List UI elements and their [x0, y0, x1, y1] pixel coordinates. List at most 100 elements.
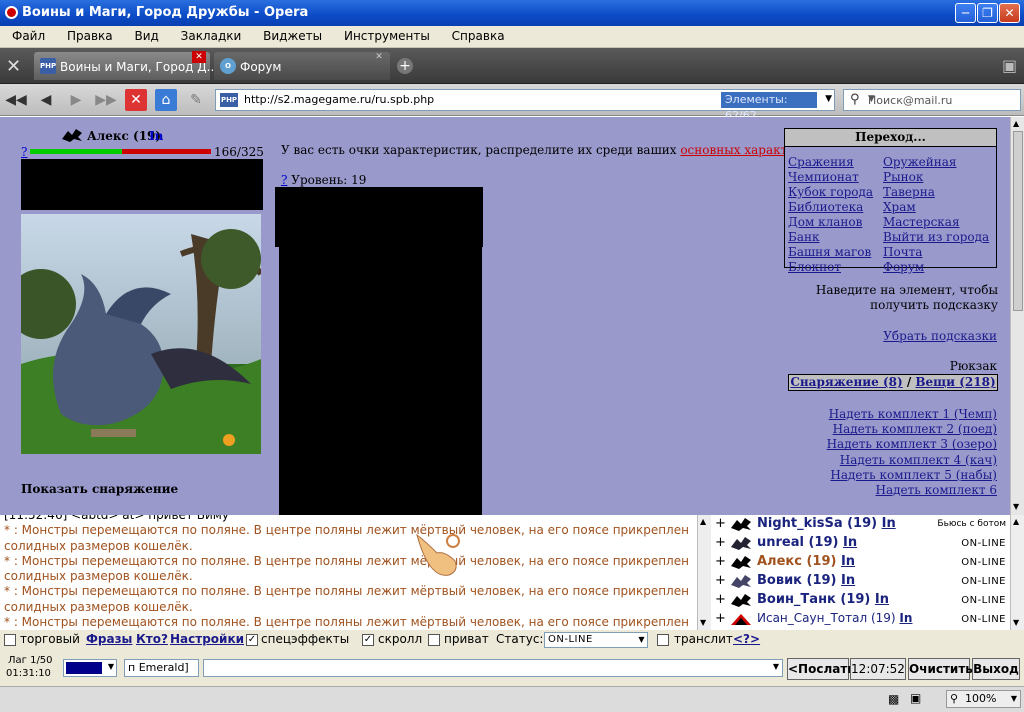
add-icon[interactable]: +	[715, 592, 726, 607]
settings-link[interactable]: Настройки	[170, 632, 244, 646]
nav-championship[interactable]: Чемпионат	[788, 170, 873, 185]
status-select[interactable]: ON-LINE ▼	[544, 632, 648, 648]
scroll-checkbox[interactable]: ✓	[362, 634, 374, 646]
menu-view[interactable]: Вид	[134, 26, 158, 43]
tools-icon[interactable]: ✕	[6, 56, 21, 77]
user-info-link[interactable]: In	[899, 611, 912, 625]
user-row[interactable]: + Воин_Танк (19) In ON-LINE	[711, 591, 1010, 610]
kit-1-link[interactable]: Надеть комплект 1 (Чемп)	[780, 407, 997, 422]
private-checkbox[interactable]	[428, 634, 440, 646]
stop-icon[interactable]: ✕	[125, 89, 147, 111]
user-info-link[interactable]: In	[843, 535, 857, 550]
nav-forum[interactable]: Форум	[883, 260, 989, 275]
who-link[interactable]: Кто?	[136, 632, 168, 646]
user-info-link[interactable]: In	[875, 592, 889, 607]
back-icon[interactable]: ◀	[35, 89, 57, 111]
url-text[interactable]: http://s2.magegame.ru/ru.spb.php	[244, 93, 434, 106]
level-help-link[interactable]: ?	[281, 173, 287, 187]
user-row[interactable]: + Алекс (19) In ON-LINE	[711, 553, 1010, 572]
search-box[interactable]: ⚲ Поиск@mail.ru ▼	[843, 89, 1021, 111]
user-name[interactable]: Воин_Танк (19) In	[757, 592, 889, 607]
user-name[interactable]: unreal (19) In	[757, 535, 857, 550]
scroll-up-icon[interactable]: ▲	[1013, 119, 1019, 128]
user-name[interactable]: Исан_Саун_Тотал (19) In	[757, 611, 912, 625]
restore-button[interactable]: ❐	[977, 3, 998, 23]
menu-widgets[interactable]: Виджеты	[263, 26, 322, 43]
clear-button[interactable]: Очистить	[908, 658, 973, 680]
home-icon[interactable]: ⌂	[155, 89, 177, 111]
player-help-link[interactable]: ?	[21, 145, 27, 159]
scroll-thumb[interactable]	[1013, 131, 1023, 311]
chat-scrollbar[interactable]: ▲ ▼	[697, 515, 711, 630]
user-name[interactable]: Алекс (19) In	[757, 554, 855, 569]
nav-clan-house[interactable]: Дом кланов	[788, 215, 873, 230]
effects-checkbox[interactable]: ✓	[246, 634, 258, 646]
nav-library[interactable]: Библиотека	[788, 200, 873, 215]
window-titlebar[interactable]: Воины и Маги, Город Дружбы - Opera ─ ❐ ✕	[0, 0, 1024, 26]
nav-battles[interactable]: Сражения	[788, 155, 873, 170]
chevron-down-icon[interactable]: ▼	[868, 94, 1017, 104]
gear-tab[interactable]: Снаряжение (8)	[790, 375, 902, 389]
users-scrollbar[interactable]: ▲ ▼	[1010, 515, 1024, 630]
trash-icon[interactable]: ▣	[1002, 56, 1017, 75]
user-row[interactable]: + Вовик (19) In ON-LINE	[711, 572, 1010, 591]
show-gear-link[interactable]: Показать снаряжение	[21, 482, 178, 496]
forward-icon[interactable]: ▶	[65, 89, 87, 111]
user-row[interactable]: + unreal (19) In ON-LINE	[711, 534, 1010, 553]
scroll-down-icon[interactable]: ▼	[1013, 502, 1019, 511]
kit-2-link[interactable]: Надеть комплект 2 (поед)	[780, 422, 997, 437]
address-bar[interactable]: PHP http://s2.magegame.ru/ru.spb.php Эле…	[215, 89, 835, 122]
phrases-link[interactable]: Фразы	[86, 632, 132, 646]
scroll-down-icon[interactable]: ▼	[1013, 618, 1019, 627]
add-icon[interactable]: +	[715, 554, 726, 569]
translit-help-link[interactable]: <?>	[733, 632, 760, 646]
minimize-button[interactable]: ─	[955, 3, 976, 23]
chevron-down-icon[interactable]: ▼	[825, 94, 832, 104]
remove-hints-link[interactable]: Убрать подсказки	[780, 329, 997, 343]
menu-help[interactable]: Справка	[452, 26, 505, 43]
add-icon[interactable]: +	[715, 516, 726, 531]
nav-notepad[interactable]: Блокнот	[788, 260, 873, 275]
chevron-down-icon[interactable]: ▼	[773, 662, 779, 671]
new-tab-icon[interactable]: +	[397, 58, 413, 74]
user-info-link[interactable]: In	[841, 573, 855, 588]
tab-game[interactable]: PHP Воины и Маги, Город Д... ✕	[34, 51, 218, 80]
edit-icon[interactable]: ✎	[185, 89, 207, 111]
exit-button[interactable]: Выход	[972, 658, 1020, 680]
nav-leave-city[interactable]: Выйти из города	[883, 230, 989, 245]
items-tab[interactable]: Вещи (218)	[915, 375, 995, 389]
nav-bank[interactable]: Банк	[788, 230, 873, 245]
nav-market[interactable]: Рынок	[883, 170, 989, 185]
nav-city-cup[interactable]: Кубок города	[788, 185, 873, 200]
tab-close-icon[interactable]: ✕	[192, 51, 206, 63]
kit-5-link[interactable]: Надеть комплект 5 (набы)	[780, 468, 997, 483]
user-info-link[interactable]: In	[882, 516, 896, 531]
color-select[interactable]: ▼	[63, 659, 117, 677]
nav-temple[interactable]: Храм	[883, 200, 989, 215]
scroll-down-icon[interactable]: ▼	[700, 618, 706, 627]
nav-mail[interactable]: Почта	[883, 245, 989, 260]
page-scrollbar[interactable]: ▲ ▼	[1010, 117, 1024, 515]
user-row[interactable]: + Night_kisSa (19) In Бьюсь с ботом	[711, 515, 1010, 534]
scroll-up-icon[interactable]: ▲	[1013, 517, 1019, 526]
chat-message-input[interactable]: ▼	[203, 659, 783, 677]
user-name[interactable]: Night_kisSa (19) In	[757, 516, 896, 531]
kit-4-link[interactable]: Надеть комплект 4 (кач)	[780, 453, 997, 468]
menu-file[interactable]: Файл	[12, 26, 45, 43]
add-icon[interactable]: +	[715, 573, 726, 588]
menu-bookmarks[interactable]: Закладки	[181, 26, 242, 43]
nav-armory[interactable]: Оружейная	[883, 155, 989, 170]
view-icon[interactable]: ▩	[888, 692, 899, 706]
user-info-link[interactable]: In	[841, 554, 855, 569]
send-button[interactable]: <Послать	[787, 658, 855, 680]
add-icon[interactable]: +	[715, 611, 726, 626]
player-info-link[interactable]: In	[149, 129, 163, 143]
menu-edit[interactable]: Правка	[67, 26, 113, 43]
recipient-field[interactable]: п Emerald]	[124, 659, 199, 677]
translit-checkbox[interactable]	[657, 634, 669, 646]
kit-6-link[interactable]: Надеть комплект 6	[780, 483, 997, 498]
trade-checkbox[interactable]	[4, 634, 16, 646]
nav-mage-tower[interactable]: Башня магов	[788, 245, 873, 260]
nav-tavern[interactable]: Таверна	[883, 185, 989, 200]
zoom-control[interactable]: ⚲ 100% ▼	[946, 690, 1021, 708]
